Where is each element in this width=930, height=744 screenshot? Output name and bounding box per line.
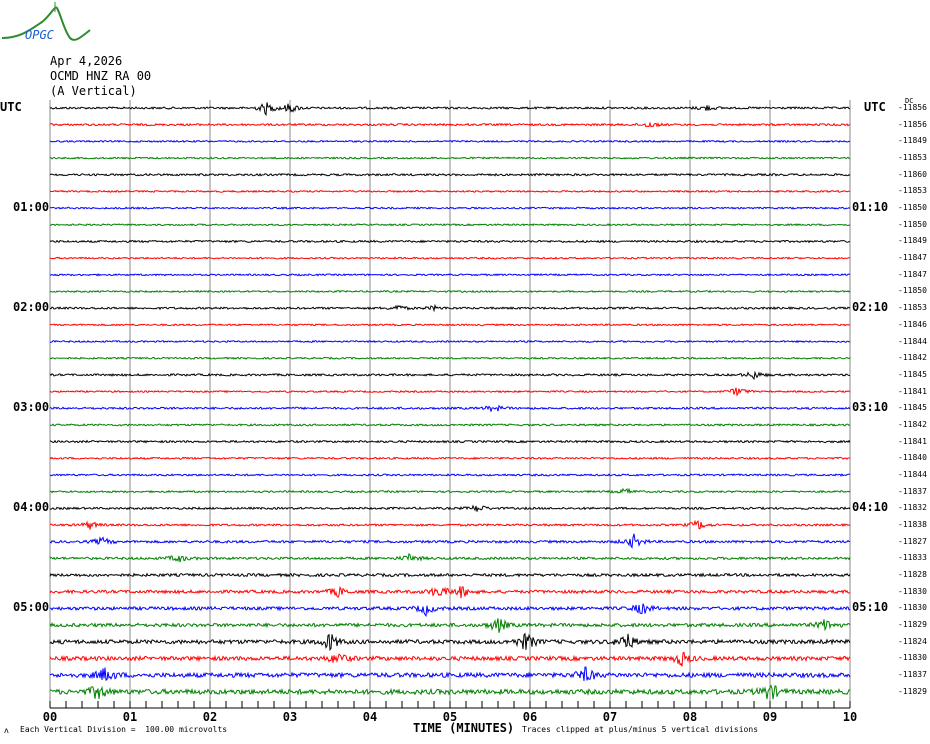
corner-mark: ʌ — [4, 726, 9, 735]
x-tick-label: 10 — [843, 710, 857, 724]
dc-offset-label: -11824 — [898, 636, 927, 646]
dc-offset-label: -11850 — [898, 203, 927, 213]
dc-offset-label: -11849 — [898, 136, 927, 146]
station-label: OCMD HNZ RA 00 — [50, 69, 152, 83]
dc-offset-label: -11846 — [898, 319, 927, 329]
x-axis-label: TIME (MINUTES) — [413, 721, 515, 735]
dc-offset-label: -11849 — [898, 236, 927, 246]
dc-offset-label: -11837 — [898, 670, 927, 680]
right-hour-label: 05:10 — [852, 600, 889, 615]
dc-offset-label: -11856 — [898, 119, 927, 129]
left-hour-label: 03:00 — [13, 400, 50, 415]
dc-offset-label: -11850 — [898, 219, 927, 229]
dc-offset-label: -11832 — [898, 503, 927, 513]
dc-offset-label: -11841 — [898, 386, 927, 396]
dc-offset-label: -11845 — [898, 369, 927, 379]
dc-offset-label: -11853 — [898, 186, 927, 196]
dc-offset-label: -11842 — [898, 419, 927, 429]
left-hour-label: 04:00 — [13, 500, 50, 515]
left-hour-label: 05:00 — [13, 600, 50, 615]
x-tick-label: 00 — [43, 710, 57, 724]
dc-offset-label: -11853 — [898, 303, 927, 313]
x-tick-label: 06 — [523, 710, 537, 724]
left-hour-label: 02:00 — [13, 300, 50, 315]
x-tick-label: 01 — [123, 710, 137, 724]
x-tick-label: 03 — [283, 710, 297, 724]
left-hour-label: 01:00 — [13, 200, 50, 215]
right-hour-label: 03:10 — [852, 400, 889, 415]
dc-offset-label: -11838 — [898, 520, 927, 529]
trace-line — [49, 273, 851, 277]
x-tick-label: 02 — [203, 710, 217, 724]
dc-offset-label: -11844 — [898, 469, 927, 479]
left-utc-label: UTC — [0, 100, 22, 114]
right-hour-label: 04:10 — [852, 500, 889, 515]
dc-offset-label: -11829 — [898, 686, 927, 696]
dc-offset-label: -11830 — [898, 653, 927, 663]
dc-offset-label: -11844 — [898, 336, 927, 346]
x-tick-label: 07 — [603, 710, 617, 724]
dc-offset-label: -11841 — [898, 436, 927, 446]
helicorder-plot: 00 01 02 03 04 05 06 07 08 09 10 — [1, 2, 857, 724]
dc-offset-label: -11842 — [898, 353, 927, 363]
dc-offset-label: -11830 — [898, 603, 927, 613]
date-label: Apr 4,2026 — [50, 54, 123, 68]
dc-offset-label: -11827 — [898, 536, 927, 546]
dc-offset-label: -11856 — [898, 103, 927, 112]
clip-note: Traces clipped at plus/minus 5 vertical … — [522, 725, 759, 734]
dc-offset-label: -11829 — [898, 620, 927, 630]
right-hour-label: 02:10 — [852, 300, 889, 315]
dc-offset-label: -11847 — [898, 269, 927, 279]
component-label: (A Vertical) — [50, 84, 137, 98]
dc-offset-label: -11840 — [898, 453, 927, 463]
dc-offset-label: -11845 — [898, 403, 927, 413]
scale-note: Each Vertical Division = 100.00 microvol… — [20, 725, 228, 734]
dc-offset-label: -11847 — [898, 253, 927, 263]
x-tick-label: 08 — [683, 710, 697, 724]
dc-offset-label: -11860 — [898, 169, 927, 179]
dc-offset-label: -11830 — [898, 586, 927, 596]
right-hour-label: 01:10 — [852, 200, 889, 215]
dc-offset-label: -11837 — [898, 486, 927, 496]
right-utc-label: UTC — [864, 100, 886, 114]
logo-text: OPGC — [25, 28, 54, 42]
x-tick-label: 04 — [363, 710, 377, 724]
dc-offset-label: -11850 — [898, 286, 927, 296]
dc-offset-label: -11833 — [898, 553, 927, 563]
dc-offset-label: -11853 — [898, 153, 927, 163]
x-tick-label: 09 — [763, 710, 777, 724]
dc-offset-label: -11828 — [898, 570, 927, 580]
